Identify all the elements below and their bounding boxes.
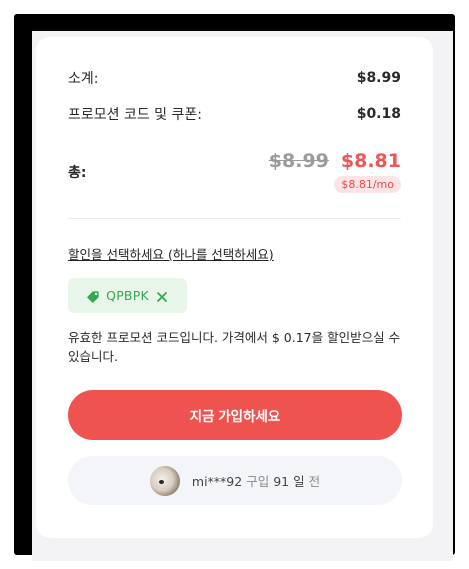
total-label: 총: xyxy=(68,165,87,181)
divider xyxy=(68,218,401,219)
promo-value: $0.18 xyxy=(356,106,401,122)
original-price: $8.99 xyxy=(268,150,329,172)
subtotal-row: 소계: $8.99 xyxy=(68,68,401,88)
subtotal-label: 소계: xyxy=(68,71,99,87)
per-month-badge: $8.81/mo xyxy=(334,176,401,193)
tag-icon xyxy=(86,289,100,303)
coupon-code: QPBPK xyxy=(106,288,149,303)
signup-button[interactable]: 지금 가입하세요 xyxy=(68,390,402,440)
avatar xyxy=(149,465,180,496)
subtotal-value: $8.99 xyxy=(356,70,401,86)
select-discount-link[interactable]: 할인을 선택하세요 (하나를 선택하세요) xyxy=(68,244,274,263)
promo-label: 프로모션 코드 및 쿠폰: xyxy=(68,107,202,123)
days-count: 91 xyxy=(273,474,290,489)
promo-valid-message: 유효한 프로모션 코드입니다. 가격에서 $ 0.17을 할인받으실 수 있습니… xyxy=(68,330,401,364)
close-icon[interactable] xyxy=(155,289,169,303)
total-row: 총: $8.99 $8.81 $8.81/mo xyxy=(68,150,401,193)
ago-word: 전 xyxy=(308,474,321,489)
applied-coupon-chip: QPBPK xyxy=(68,278,187,313)
day-unit: 일 xyxy=(293,474,305,489)
purchase-word: 구입 xyxy=(246,474,270,489)
purchaser-name: mi***92 xyxy=(191,474,243,489)
promo-row: 프로모션 코드 및 쿠폰: $0.18 xyxy=(68,104,401,124)
total-prices: $8.99 $8.81 $8.81/mo xyxy=(269,150,401,193)
recent-purchase-banner: mi***92 구입 91 일 전 xyxy=(68,456,402,505)
recent-purchase-text: mi***92 구입 91 일 전 xyxy=(192,471,320,490)
discounted-price: $8.81 xyxy=(340,150,401,172)
